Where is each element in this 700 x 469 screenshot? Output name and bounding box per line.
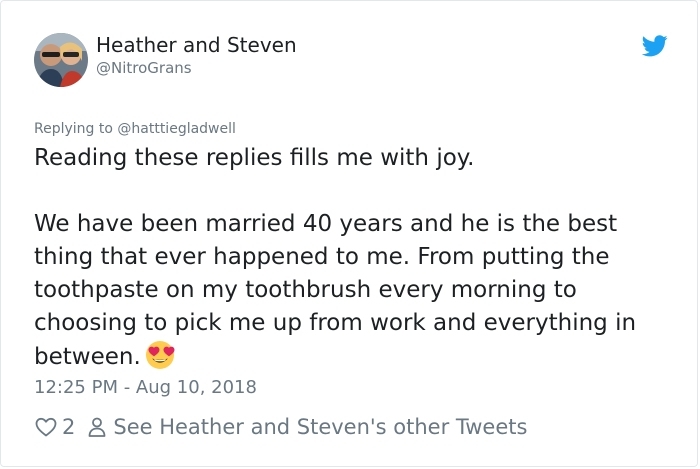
author-handle[interactable]: @NitroGrans xyxy=(96,59,192,77)
tweet-timestamp[interactable]: 12:25 PM - Aug 10, 2018 xyxy=(34,377,257,398)
tweet-card: Heather and Steven @NitroGrans Replying … xyxy=(0,0,698,467)
heart-outline-icon[interactable] xyxy=(34,415,58,439)
like-count[interactable]: 2 xyxy=(62,415,75,439)
see-other-tweets-link[interactable]: See Heather and Steven's other Tweets xyxy=(113,415,527,439)
person-outline-icon[interactable] xyxy=(85,415,109,439)
tweet-text: Reading these replies fills me with joy.… xyxy=(34,142,674,374)
tweet-actions: 2 See Heather and Steven's other Tweets xyxy=(34,413,527,441)
tweet-paragraph-1: Reading these replies fills me with joy. xyxy=(34,145,475,171)
replying-to-handle-link[interactable]: @hatttiegladwell xyxy=(117,121,236,137)
avatar[interactable] xyxy=(34,33,88,87)
heart-eyes-emoji xyxy=(145,340,175,370)
avatar-photo xyxy=(34,33,88,87)
twitter-bird-icon[interactable] xyxy=(641,35,668,57)
tweet-paragraph-2-text: We have been married 40 years and he is … xyxy=(34,211,637,370)
author-name[interactable]: Heather and Steven xyxy=(96,33,297,57)
replying-prefix: Replying to xyxy=(34,121,118,137)
tweet-paragraph-2: We have been married 40 years and he is … xyxy=(34,208,674,374)
replying-to-line: Replying to @hatttiegladwell xyxy=(34,121,236,137)
